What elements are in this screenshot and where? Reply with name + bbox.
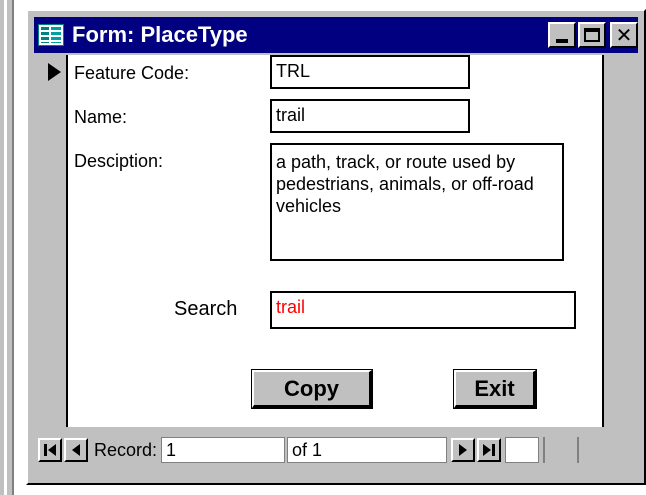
description-label: Desciption: <box>74 151 164 171</box>
close-button[interactable]: ✕ <box>610 22 638 48</box>
last-record-button[interactable] <box>477 438 502 462</box>
maximize-icon <box>584 28 600 42</box>
feature-code-field[interactable]: TRL <box>270 55 470 89</box>
exit-button[interactable]: Exit <box>454 370 536 408</box>
current-record-input[interactable]: 1 <box>161 437 286 463</box>
record-navigation-bar: Record: 1 of 1 <box>34 429 638 471</box>
record-label: Record: <box>94 439 158 460</box>
record-selector[interactable] <box>34 55 68 427</box>
resize-cell <box>577 437 612 463</box>
description-field[interactable]: a path, track, or route used by pedestri… <box>270 143 564 261</box>
minimize-button[interactable] <box>548 22 576 48</box>
record-pointer-icon <box>48 63 61 81</box>
close-icon: ✕ <box>615 23 633 47</box>
name-label: Name: <box>74 107 128 127</box>
first-record-button[interactable] <box>38 438 62 462</box>
form-icon[interactable] <box>38 24 64 46</box>
previous-record-button[interactable] <box>64 438 88 462</box>
minimize-icon <box>556 39 568 43</box>
form-body: Feature Code: TRL Name: trail Desciption… <box>34 55 638 427</box>
form-window: Form: PlaceType ✕ Feature Code: TRL Name… <box>26 9 646 485</box>
record-count: of 1 <box>287 437 448 463</box>
window-title: Form: PlaceType <box>72 22 248 47</box>
new-record-slot[interactable] <box>505 437 540 463</box>
maximize-button[interactable] <box>578 22 606 48</box>
copy-button[interactable]: Copy <box>252 370 372 408</box>
next-record-button[interactable] <box>451 438 476 462</box>
vertical-scrollbar-area[interactable] <box>602 55 638 427</box>
horizontal-scroll-cell[interactable] <box>543 437 574 463</box>
search-input[interactable]: trail <box>270 291 576 329</box>
title-bar[interactable]: Form: PlaceType ✕ <box>34 17 638 53</box>
search-label: Search <box>174 298 238 320</box>
name-field[interactable]: trail <box>270 99 470 133</box>
feature-code-label: Feature Code: <box>74 63 190 83</box>
background-window-edge <box>0 0 14 495</box>
